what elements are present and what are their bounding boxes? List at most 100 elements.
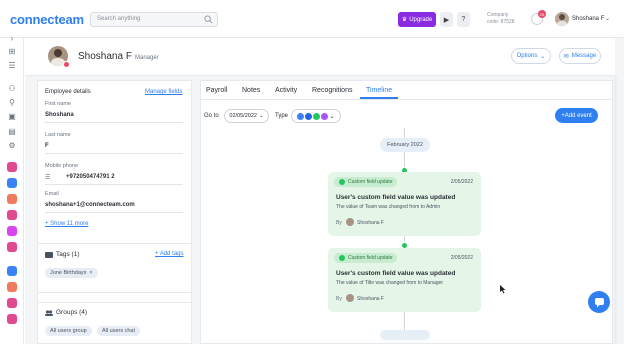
app-icon-4[interactable] [7,210,17,220]
type-dot-purple [321,112,329,120]
options-button[interactable]: Options ⌄ [511,48,551,64]
tab-notes[interactable]: Notes [242,87,260,94]
company-info: Company code: 87528 [487,12,515,26]
add-event-button[interactable]: +Add event [555,108,598,123]
reports-icon[interactable]: ▤ [7,126,17,136]
add-tags-link[interactable]: + Add tags [155,251,184,257]
type-select[interactable]: ⌄ [291,109,341,123]
company-code: code: 87528 [487,19,515,25]
app-icon-5[interactable] [7,226,17,236]
event-by-label: By [336,220,342,226]
help-button[interactable]: ? [457,12,470,27]
timeline-event-card[interactable]: Custom field update 2/05/2022 User's cus… [328,172,481,236]
date-value: 02/05/2022 [229,113,257,119]
search-icon [204,15,213,24]
tag-icon [45,252,53,258]
upgrade-label: Upgrade [409,16,433,23]
crown-icon: ♛ [401,17,408,23]
expand-icon[interactable]: › [7,33,17,43]
mobile-value[interactable]: +972050474791 2 [66,174,115,180]
active-tab-indicator [360,97,398,99]
search-input[interactable]: Search anything [90,12,218,27]
feed-icon[interactable]: ☰ [7,60,17,70]
last-name-value[interactable]: F [45,143,49,149]
gift-icon[interactable]: ▣ [7,111,17,121]
show-more-link[interactable]: + Show 11 more [45,221,88,227]
groups-title: Groups (4) [56,309,88,316]
groups-icon [45,310,53,316]
notifications-bell-icon[interactable]: 25 [531,10,546,25]
app-icon-7[interactable] [7,266,17,276]
status-dot [339,255,345,261]
options-label: Options [516,53,538,59]
divider [45,122,183,123]
user-search-icon[interactable]: ⚲ [7,97,17,107]
event-type-pill: Custom field update [334,253,398,263]
event-type-label: Custom field update [348,179,393,185]
event-date: 2/05/2022 [450,179,473,185]
upgrade-button[interactable]: ♛ Upgrade [398,12,436,27]
group-chip[interactable]: All users group [45,326,92,336]
type-dot-green [313,112,321,120]
event-author-avatar [346,294,354,302]
users-icon[interactable]: ⚇ [7,83,17,93]
manage-fields-link[interactable]: Manage fields [145,89,182,95]
month-label: February 2022 [380,138,430,152]
chat-support-button[interactable] [588,291,610,313]
first-name-value[interactable]: Shoshana [45,112,74,118]
chevron-down-icon: ⌄ [258,113,264,119]
avatar-photo-icon [557,14,567,26]
type-dot-darkblue [305,112,313,120]
app-icon-10[interactable] [7,314,17,324]
month-label-next [380,330,430,340]
event-author-avatar [346,218,354,226]
connecteam-logo[interactable]: connecteam [10,12,84,27]
event-date: 2/05/2022 [450,255,473,261]
event-type-label: Custom field update [348,255,393,261]
chevron-down-icon[interactable]: ⌄ [605,15,610,22]
app-icon-2[interactable] [7,178,17,188]
message-label: Message [571,53,597,59]
app-icon-3[interactable] [7,194,17,204]
message-button[interactable]: ✉ Message [559,48,601,64]
tag-chip[interactable]: June Birthdays × [45,268,98,278]
event-type-pill: Custom field update [334,177,398,187]
tags-title: Tags (1) [56,251,80,258]
scrollbar[interactable] [614,76,617,344]
event-author-name: Shoshana F [357,296,384,302]
event-detail: The value of Team was changed from to Ad… [336,204,441,210]
event-author-name: Shoshana F [357,220,384,226]
chat-icon [594,297,604,307]
overview-icon[interactable]: ⊞ [7,46,17,56]
tab-activity[interactable]: Activity [275,87,297,94]
group-chip[interactable]: All users chat [97,326,141,336]
app-icon-9[interactable] [7,298,17,308]
tab-payroll[interactable]: Payroll [206,87,227,94]
timeline-event-card[interactable]: Custom field update 2/05/2022 User's cus… [328,248,481,312]
notification-badge: 25 [538,10,546,18]
status-dot [63,61,70,68]
date-select[interactable]: 02/05/2022 ⌄ [224,109,269,123]
close-icon[interactable]: × [89,270,92,276]
settings-icon[interactable]: ⚙ [7,140,17,150]
profile-role: Manager [135,55,159,61]
type-dot-blue [297,112,305,120]
app-icon-6[interactable] [7,242,17,252]
tab-recognitions[interactable]: Recognitions [312,87,352,94]
tabs-divider [200,99,613,100]
app-icon-8[interactable] [7,282,17,292]
country-code-select[interactable]: ☰ [45,174,50,181]
divider [45,212,183,213]
company-label: Company [487,12,509,18]
app-icon-1[interactable] [7,162,17,172]
tab-timeline[interactable]: Timeline [366,87,392,94]
email-value[interactable]: shoshana+1@connecteam.com [45,202,135,208]
divider [45,153,183,154]
mobile-label: Mobile phone [45,163,79,169]
last-name-label: Last name [45,132,71,138]
play-button[interactable]: ▶ [440,12,453,27]
chevron-down-icon: ⌄ [329,113,335,120]
top-user-name[interactable]: Shoshana F [572,16,604,22]
event-heading: User's custom field value was updated [336,270,456,277]
user-avatar[interactable] [555,12,569,26]
